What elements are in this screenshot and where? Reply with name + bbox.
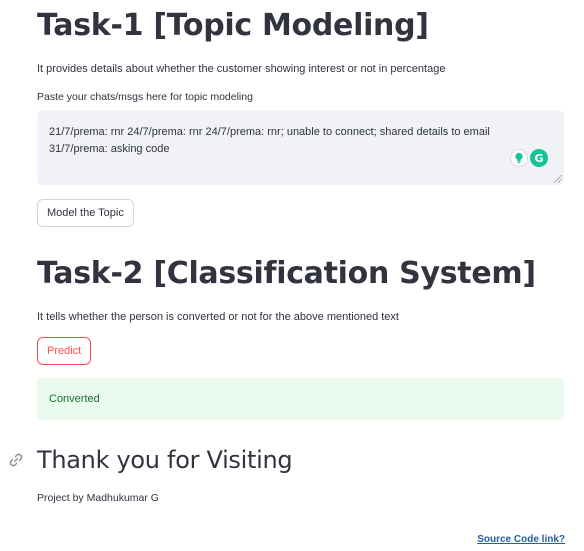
task1-title: Task-1 [Topic Modeling] <box>37 8 429 43</box>
chat-textarea-value[interactable]: 21/7/prema: rnr 24/7/prema: rnr 24/7/pre… <box>49 124 519 158</box>
grammarly-icon[interactable]: G <box>530 149 548 167</box>
resize-handle[interactable] <box>554 175 562 183</box>
chat-input-label: Paste your chats/msgs here for topic mod… <box>37 91 253 103</box>
task2-description: It tells whether the person is converted… <box>37 311 399 323</box>
result-alert: Converted <box>37 378 564 420</box>
link-icon[interactable] <box>8 452 24 468</box>
thank-you-heading: Thank you for Visiting <box>37 446 293 474</box>
chat-textarea[interactable]: 21/7/prema: rnr 24/7/prema: rnr 24/7/pre… <box>37 110 564 185</box>
task1-description: It provides details about whether the cu… <box>37 63 446 75</box>
predict-button[interactable]: Predict <box>37 337 92 365</box>
textarea-extension-icons: G <box>511 148 548 168</box>
model-topic-button[interactable]: Model the Topic <box>37 199 134 227</box>
lightbulb-icon[interactable] <box>511 150 527 166</box>
source-code-link[interactable]: Source Code link? <box>477 533 565 546</box>
result-text: Converted <box>49 393 100 405</box>
task2-title: Task-2 [Classification System] <box>37 256 536 291</box>
project-credit: Project by Madhukumar G <box>37 492 159 504</box>
